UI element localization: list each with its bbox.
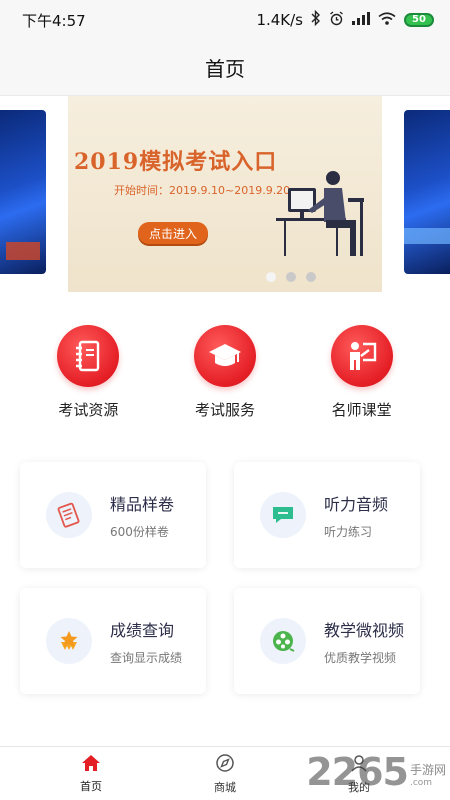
shortcut-teacher-class[interactable]: 名师课堂 [312,325,412,420]
compass-icon [215,753,235,777]
watermark-text: 手游网 [409,763,446,777]
card-title: 听力音频 [324,494,389,514]
card-score-query[interactable]: 成绩查询 查询显示成绩 [20,588,206,694]
banner-next-slide[interactable] [404,110,450,274]
award-star-icon [46,618,92,664]
card-title: 成绩查询 [110,620,175,640]
banner-subline: 开始时间：2019.9.10~2019.9.20 [114,184,291,197]
status-bar: 下午4:57 1.4K/s 50 [0,0,450,40]
banner-prev-slide[interactable] [0,110,46,274]
card-subtitle: 优质教学视频 [324,650,397,665]
shortcut-grid: 考试资源 考试服务 名师课堂 [0,325,450,420]
battery-icon: 50 [404,13,434,27]
tab-mall[interactable]: 商城 [180,747,270,800]
shortcut-label: 名师课堂 [331,401,392,419]
chat-bubble-icon [260,492,306,538]
exam-paper-icon [46,492,92,538]
pagination-dot[interactable] [306,272,316,282]
graduation-cap-icon [193,325,256,387]
card-listening-audio[interactable]: 听力音频 听力练习 [234,462,420,568]
status-icons: 1.4K/s 50 [256,9,434,30]
tab-home[interactable]: 首页 [46,747,136,800]
teacher-icon [330,325,393,387]
tab-label: 首页 [80,779,102,793]
home-icon [81,754,101,776]
banner-pagination [266,272,316,282]
shortcut-exam-resources[interactable]: 考试资源 [38,325,138,420]
card-subtitle: 听力练习 [324,524,373,539]
tab-label: 商城 [214,780,236,794]
network-speed: 1.4K/s [256,11,303,29]
shortcut-label: 考试资源 [58,401,119,419]
card-subtitle: 查询显示成绩 [110,650,183,665]
card-subtitle: 600份样卷 [110,524,169,539]
person-at-desk-icon [276,171,364,256]
pagination-dot[interactable] [286,272,296,282]
pagination-dot-active[interactable] [266,272,276,282]
feature-cards: 精品样卷 600份样卷 听力音频 听力练习 成绩查询 查询显示成绩 教学微视频 … [20,462,420,694]
title-bar: 首页 [0,40,450,96]
card-title: 教学微视频 [324,620,405,640]
card-title: 精品样卷 [110,494,175,514]
bluetooth-icon [311,9,321,30]
shortcut-exam-services[interactable]: 考试服务 [175,325,275,420]
signal-icon [352,11,370,29]
shortcut-label: 考试服务 [194,401,255,419]
film-reel-icon [260,618,306,664]
status-time: 下午4:57 [22,11,86,30]
watermark-domain: .com [409,778,433,788]
banner-slide-main[interactable]: 2019模拟考试入口 开始时间：2019.9.10~2019.9.20 点击进入 [68,96,382,292]
alarm-icon [329,10,344,30]
wifi-icon [378,11,396,29]
banner-carousel[interactable]: 2019模拟考试入口 开始时间：2019.9.10~2019.9.20 点击进入 [0,96,450,296]
watermark-number: 2265 [306,750,409,794]
card-sample-papers[interactable]: 精品样卷 600份样卷 [20,462,206,568]
banner-enter-button[interactable]: 点击进入 [138,222,208,244]
site-watermark: 2265 手游网 .com [306,750,446,794]
page-title: 首页 [205,57,245,81]
notebook-icon [57,325,120,387]
banner-headline: 2019模拟考试入口 [74,149,278,175]
card-micro-video[interactable]: 教学微视频 优质教学视频 [234,588,420,694]
